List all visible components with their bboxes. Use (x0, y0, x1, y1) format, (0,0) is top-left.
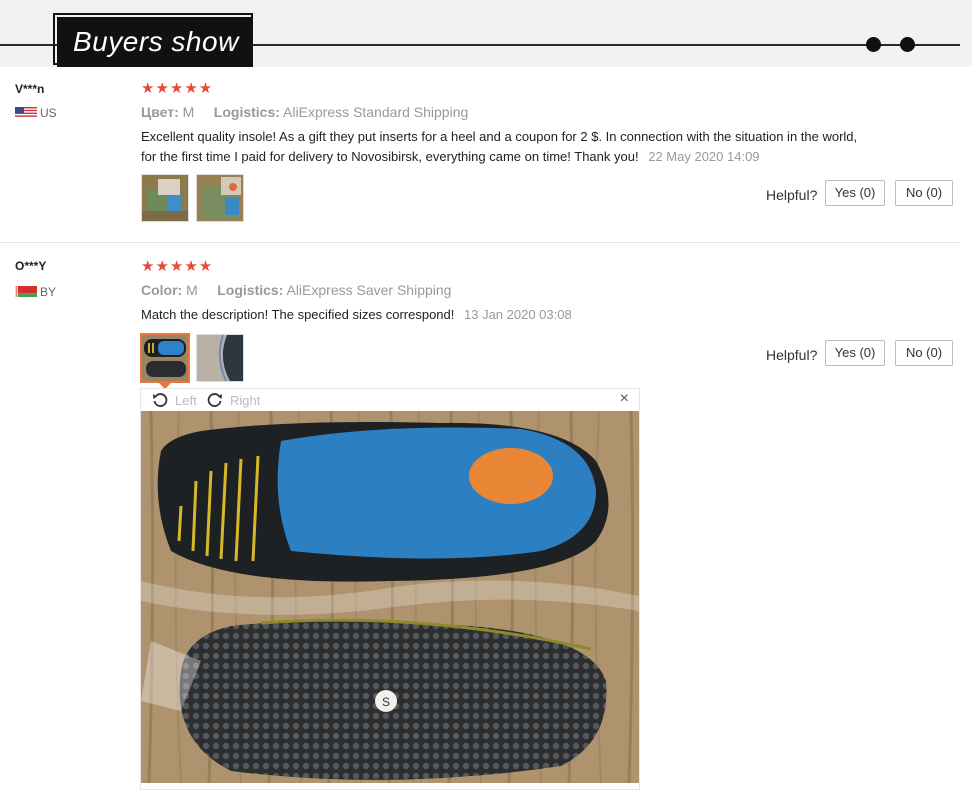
header-dot-1 (866, 37, 881, 52)
section-title: Buyers show (57, 17, 253, 67)
review-photo-thumb[interactable] (196, 174, 244, 222)
reviewer-country: US (40, 106, 57, 120)
rotate-right-label[interactable]: Right (230, 393, 260, 408)
review-text: Match the description! The specified siz… (141, 305, 871, 325)
review-attributes: Color: M Logistics: AliExpress Saver Shi… (141, 282, 451, 298)
review-attributes: Цвет: M Logistics: AliExpress Standard S… (141, 104, 468, 120)
attr-label-logistics: Logistics: (213, 104, 280, 120)
attr-label-logistics: Logistics: (217, 282, 284, 298)
review-photo-thumb-active[interactable] (140, 333, 190, 383)
review-date: 13 Jan 2020 03:08 (464, 307, 572, 322)
insole-photo-image: S (141, 411, 639, 783)
review-date: 22 May 2020 14:09 (648, 149, 760, 164)
size-mark-label: S (382, 695, 390, 709)
attr-value-color: M (182, 104, 195, 120)
attr-value-logistics: AliExpress Saver Shipping (286, 282, 452, 298)
helpful-yes-button[interactable]: Yes (0) (825, 340, 885, 366)
helpful-no-button[interactable]: No (0) (895, 180, 953, 206)
star-rating: ★★★★★ (141, 258, 214, 275)
photo-thumbnail-image (197, 175, 243, 221)
header-dot-2 (900, 37, 915, 52)
rotate-left-label[interactable]: Left (175, 393, 197, 408)
helpful-no-button[interactable]: No (0) (895, 340, 953, 366)
attr-value-logistics: AliExpress Standard Shipping (283, 104, 469, 120)
buyers-show-header: Buyers show (0, 0, 972, 67)
reviewer-country: BY (40, 285, 57, 299)
photo-viewer: Left Right × S (140, 388, 640, 790)
by-flag-icon (15, 286, 37, 297)
review-photo-thumb[interactable] (141, 174, 189, 222)
helpful-yes-button[interactable]: Yes (0) (825, 180, 885, 206)
us-flag-icon (15, 107, 37, 118)
reviewer-name: V***n (15, 82, 45, 96)
star-rating: ★★★★★ (141, 80, 214, 97)
helpful-label: Helpful? (766, 187, 818, 203)
review-photo-thumb[interactable] (196, 334, 244, 382)
reviewer-name: O***Y (15, 259, 47, 273)
close-icon[interactable]: × (620, 390, 629, 408)
photo-thumbnail-image (142, 335, 188, 381)
review-divider (0, 242, 960, 243)
rotate-right-icon[interactable] (207, 392, 223, 408)
attr-value-color: M (186, 282, 198, 298)
viewer-toolbar: Left Right × (141, 389, 639, 411)
attr-label-color: Цвет: (141, 104, 179, 120)
rotate-left-icon[interactable] (152, 392, 168, 408)
review-text: Excellent quality insole! As a gift they… (141, 127, 871, 167)
review-body: Match the description! The specified siz… (141, 307, 455, 322)
attr-label-color: Color: (141, 282, 183, 298)
helpful-label: Helpful? (766, 347, 818, 363)
photo-thumbnail-image (142, 175, 188, 221)
expanded-review-photo: S (141, 411, 639, 783)
photo-thumbnail-image (197, 335, 243, 381)
